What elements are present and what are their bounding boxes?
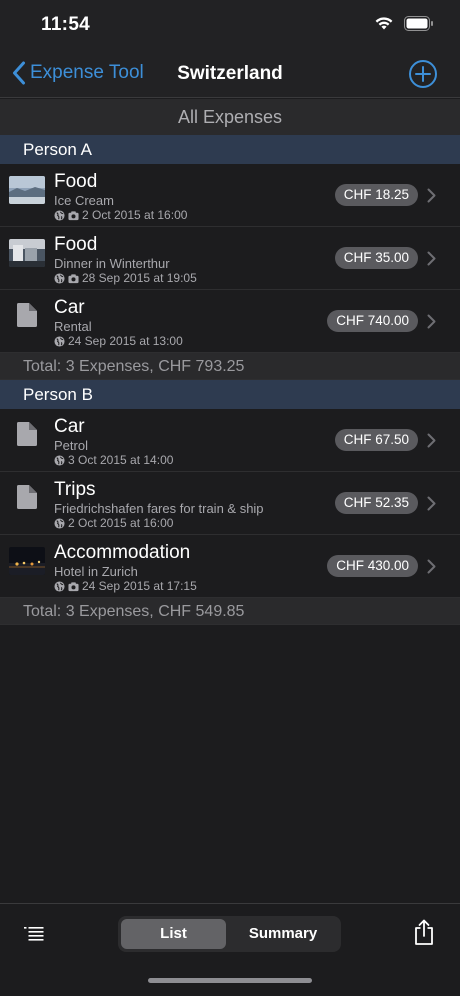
amount-badge: CHF 35.00 xyxy=(334,247,418,269)
expense-title: Trips xyxy=(54,479,96,500)
camera-icon xyxy=(68,210,79,220)
expense-subtitle: Ice Cream xyxy=(54,193,114,208)
document-icon xyxy=(17,303,37,327)
expense-meta: 3 Oct 2015 at 14:00 xyxy=(54,453,173,467)
segment-summary[interactable]: Summary xyxy=(228,919,338,949)
expense-photo-thumbnail xyxy=(9,176,45,204)
expense-title: Food xyxy=(54,171,98,192)
globe-icon xyxy=(54,209,65,221)
navigation-bar: Expense Tool Switzerland xyxy=(0,50,460,98)
expense-date: 3 Oct 2015 at 14:00 xyxy=(68,453,174,467)
status-bar: 11:54 xyxy=(0,0,460,50)
globe-icon xyxy=(54,272,65,284)
expense-date: 2 Oct 2015 at 16:00 xyxy=(68,516,174,530)
expense-list: Person A Food Ice Cream 2 Oct 2015 at 16… xyxy=(0,135,460,625)
expense-row[interactable]: Accommodation Hotel in Zurich 24 Sep 201… xyxy=(0,535,460,598)
expense-row[interactable]: Food Ice Cream 2 Oct 2015 at 16:00 CHF 1… xyxy=(0,164,460,227)
camera-icon xyxy=(68,273,79,283)
expense-title: Food xyxy=(54,234,98,255)
expense-subtitle: Dinner in Winterthur xyxy=(54,256,170,271)
chevron-right-icon xyxy=(427,496,436,511)
expense-row[interactable]: Car Rental 24 Sep 2015 at 13:00 CHF 740.… xyxy=(0,290,460,353)
expense-date: 28 Sep 2015 at 19:05 xyxy=(82,271,197,285)
expense-subtitle: Hotel in Zurich xyxy=(54,564,138,579)
page-title: Switzerland xyxy=(177,63,283,84)
amount-badge: CHF 430.00 xyxy=(327,555,418,577)
section-total: Total: 3 Expenses, CHF 793.25 xyxy=(0,353,460,380)
segment-list[interactable]: List xyxy=(121,919,226,949)
expense-meta: 24 Sep 2015 at 13:00 xyxy=(54,334,183,348)
share-icon[interactable] xyxy=(414,919,434,945)
amount-badge: CHF 18.25 xyxy=(334,184,418,206)
expense-date: 24 Sep 2015 at 17:15 xyxy=(82,579,197,593)
document-icon xyxy=(17,422,37,446)
chevron-right-icon xyxy=(427,251,436,266)
expense-photo-thumbnail xyxy=(9,547,45,575)
expense-meta: 2 Oct 2015 at 16:00 xyxy=(54,516,173,530)
expense-meta: 28 Sep 2015 at 19:05 xyxy=(54,271,197,285)
home-indicator xyxy=(148,978,312,983)
expense-subtitle: Friedrichshafen fares for train & ship xyxy=(54,501,264,516)
expense-date: 2 Oct 2015 at 16:00 xyxy=(82,208,188,222)
status-time: 11:54 xyxy=(41,14,91,35)
globe-icon xyxy=(54,454,65,466)
chevron-right-icon xyxy=(427,188,436,203)
document-icon xyxy=(17,485,37,509)
expense-row[interactable]: Food Dinner in Winterthur 28 Sep 2015 at… xyxy=(0,227,460,290)
camera-icon xyxy=(68,581,79,591)
expense-meta: 24 Sep 2015 at 17:15 xyxy=(54,579,197,593)
amount-badge: CHF 740.00 xyxy=(327,310,418,332)
view-segmented-control: List Summary xyxy=(118,916,341,952)
expense-photo-thumbnail xyxy=(9,239,45,267)
wifi-icon xyxy=(375,17,393,30)
section-header: Person B xyxy=(0,380,460,409)
expense-subtitle: Petrol xyxy=(54,438,88,453)
globe-icon xyxy=(54,335,65,347)
expense-row[interactable]: Trips Friedrichshafen fares for train & … xyxy=(0,472,460,535)
amount-badge: CHF 67.50 xyxy=(334,429,418,451)
expense-subtitle: Rental xyxy=(54,319,92,334)
section-total: Total: 3 Expenses, CHF 549.85 xyxy=(0,598,460,625)
chevron-right-icon xyxy=(427,433,436,448)
expense-meta: 2 Oct 2015 at 16:00 xyxy=(54,208,187,222)
chevron-right-icon xyxy=(427,559,436,574)
section-header: Person A xyxy=(0,135,460,164)
all-expenses-filter[interactable]: All Expenses xyxy=(0,99,460,135)
battery-icon xyxy=(404,15,433,31)
globe-icon xyxy=(54,580,65,592)
expense-row[interactable]: Car Petrol 3 Oct 2015 at 14:00 CHF 67.50 xyxy=(0,409,460,472)
expense-title: Car xyxy=(54,297,85,318)
expense-date: 24 Sep 2015 at 13:00 xyxy=(68,334,183,348)
amount-badge: CHF 52.35 xyxy=(334,492,418,514)
add-circle-icon[interactable] xyxy=(408,59,438,89)
status-icons xyxy=(374,15,434,31)
expense-title: Accommodation xyxy=(54,542,191,563)
expense-title: Car xyxy=(54,416,85,437)
list-menu-icon[interactable] xyxy=(24,926,44,942)
globe-icon xyxy=(54,517,65,529)
chevron-right-icon xyxy=(427,314,436,329)
